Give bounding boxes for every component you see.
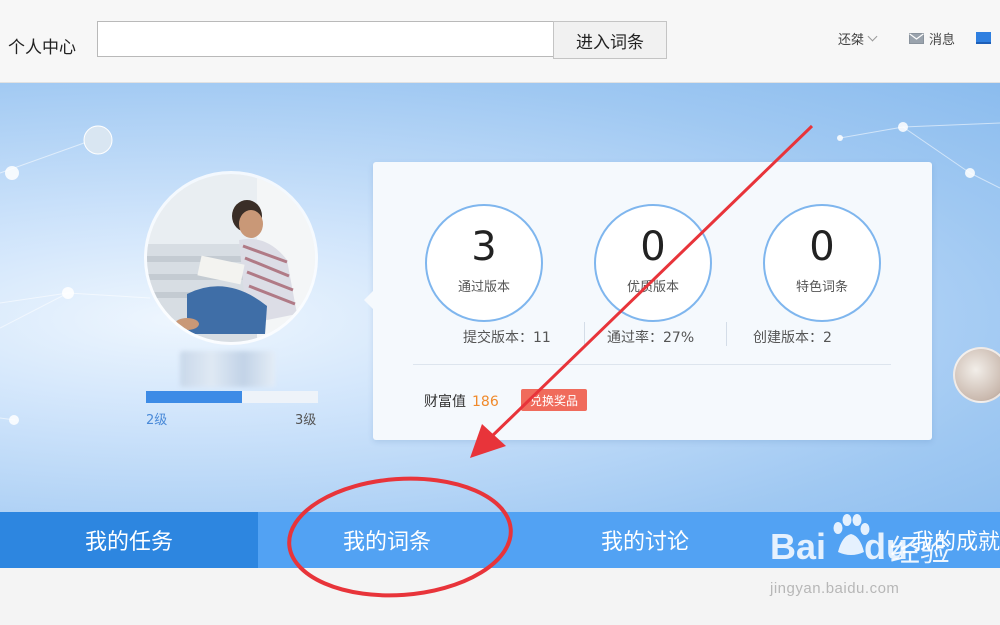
messages-label: 消息 [929, 33, 956, 48]
submitted-versions: 提交版本：11 [463, 330, 551, 346]
level-next: 3级 [295, 413, 317, 428]
divider [726, 322, 727, 346]
stat-label: 特色词条 [795, 280, 848, 295]
username-blurred [180, 351, 275, 387]
stat-value: 3 [471, 224, 497, 270]
stat-approved-versions[interactable]: 3 通过版本 [425, 204, 543, 322]
stat-value: 0 [809, 224, 835, 270]
paw-icon [833, 514, 870, 555]
user-menu-label: 还桀 [838, 33, 865, 48]
redeem-prize-button[interactable]: 兑换奖品 [521, 389, 587, 411]
level-progress-bar [146, 391, 318, 403]
divider [413, 364, 891, 365]
pass-rate: 通过率：27% [607, 330, 695, 346]
tab-my-tasks[interactable]: 我的任务 [0, 512, 258, 568]
divider [584, 322, 585, 346]
stats-card: 3 通过版本 0 优质版本 0 特色词条 提交版本：11 通过率：27% 创建版… [364, 162, 932, 440]
watermark-url: jingyan.baidu.com [770, 580, 900, 597]
side-thumbnail[interactable] [953, 347, 1000, 403]
level-progress-fill [146, 391, 243, 403]
stat-quality-versions[interactable]: 0 优质版本 [594, 204, 712, 322]
wealth: 财富值 186 [424, 391, 499, 411]
stat-value: 0 [640, 224, 666, 270]
app-icon[interactable] [976, 32, 991, 44]
mail-icon [909, 33, 924, 44]
profile-hero: 2级 3级 3 通过版本 0 优质版本 0 特色词条 提交版本：11 通过率：2… [0, 83, 1000, 513]
tab-my-entries[interactable]: 我的词条 [258, 512, 516, 568]
watermark: Bai du 经验 jingyan.baidu.com [770, 514, 995, 608]
enter-entry-button[interactable]: 进入词条 [553, 21, 667, 59]
created-versions: 创建版本：2 [753, 330, 832, 346]
watermark-product: 经验 [890, 534, 950, 569]
avatar-image [147, 174, 315, 342]
stat-label: 通过版本 [457, 280, 510, 295]
wealth-label: 财富值 [424, 394, 466, 410]
top-bar: 个人中心 进入词条 还桀 消息 [0, 0, 1000, 83]
card-pointer [364, 290, 374, 310]
user-menu[interactable]: 还桀 [838, 29, 878, 48]
avatar[interactable] [147, 174, 315, 342]
stat-featured-entries[interactable]: 0 特色词条 [763, 204, 881, 322]
page-title: 个人中心 [8, 38, 76, 58]
messages-link[interactable]: 消息 [909, 29, 955, 48]
wealth-value: 186 [472, 394, 499, 410]
level-current: 2级 [146, 413, 168, 428]
chevron-down-icon [867, 31, 878, 42]
search-input[interactable] [97, 21, 563, 57]
tab-my-discussions[interactable]: 我的讨论 [516, 512, 774, 568]
stat-label: 优质版本 [626, 280, 679, 295]
